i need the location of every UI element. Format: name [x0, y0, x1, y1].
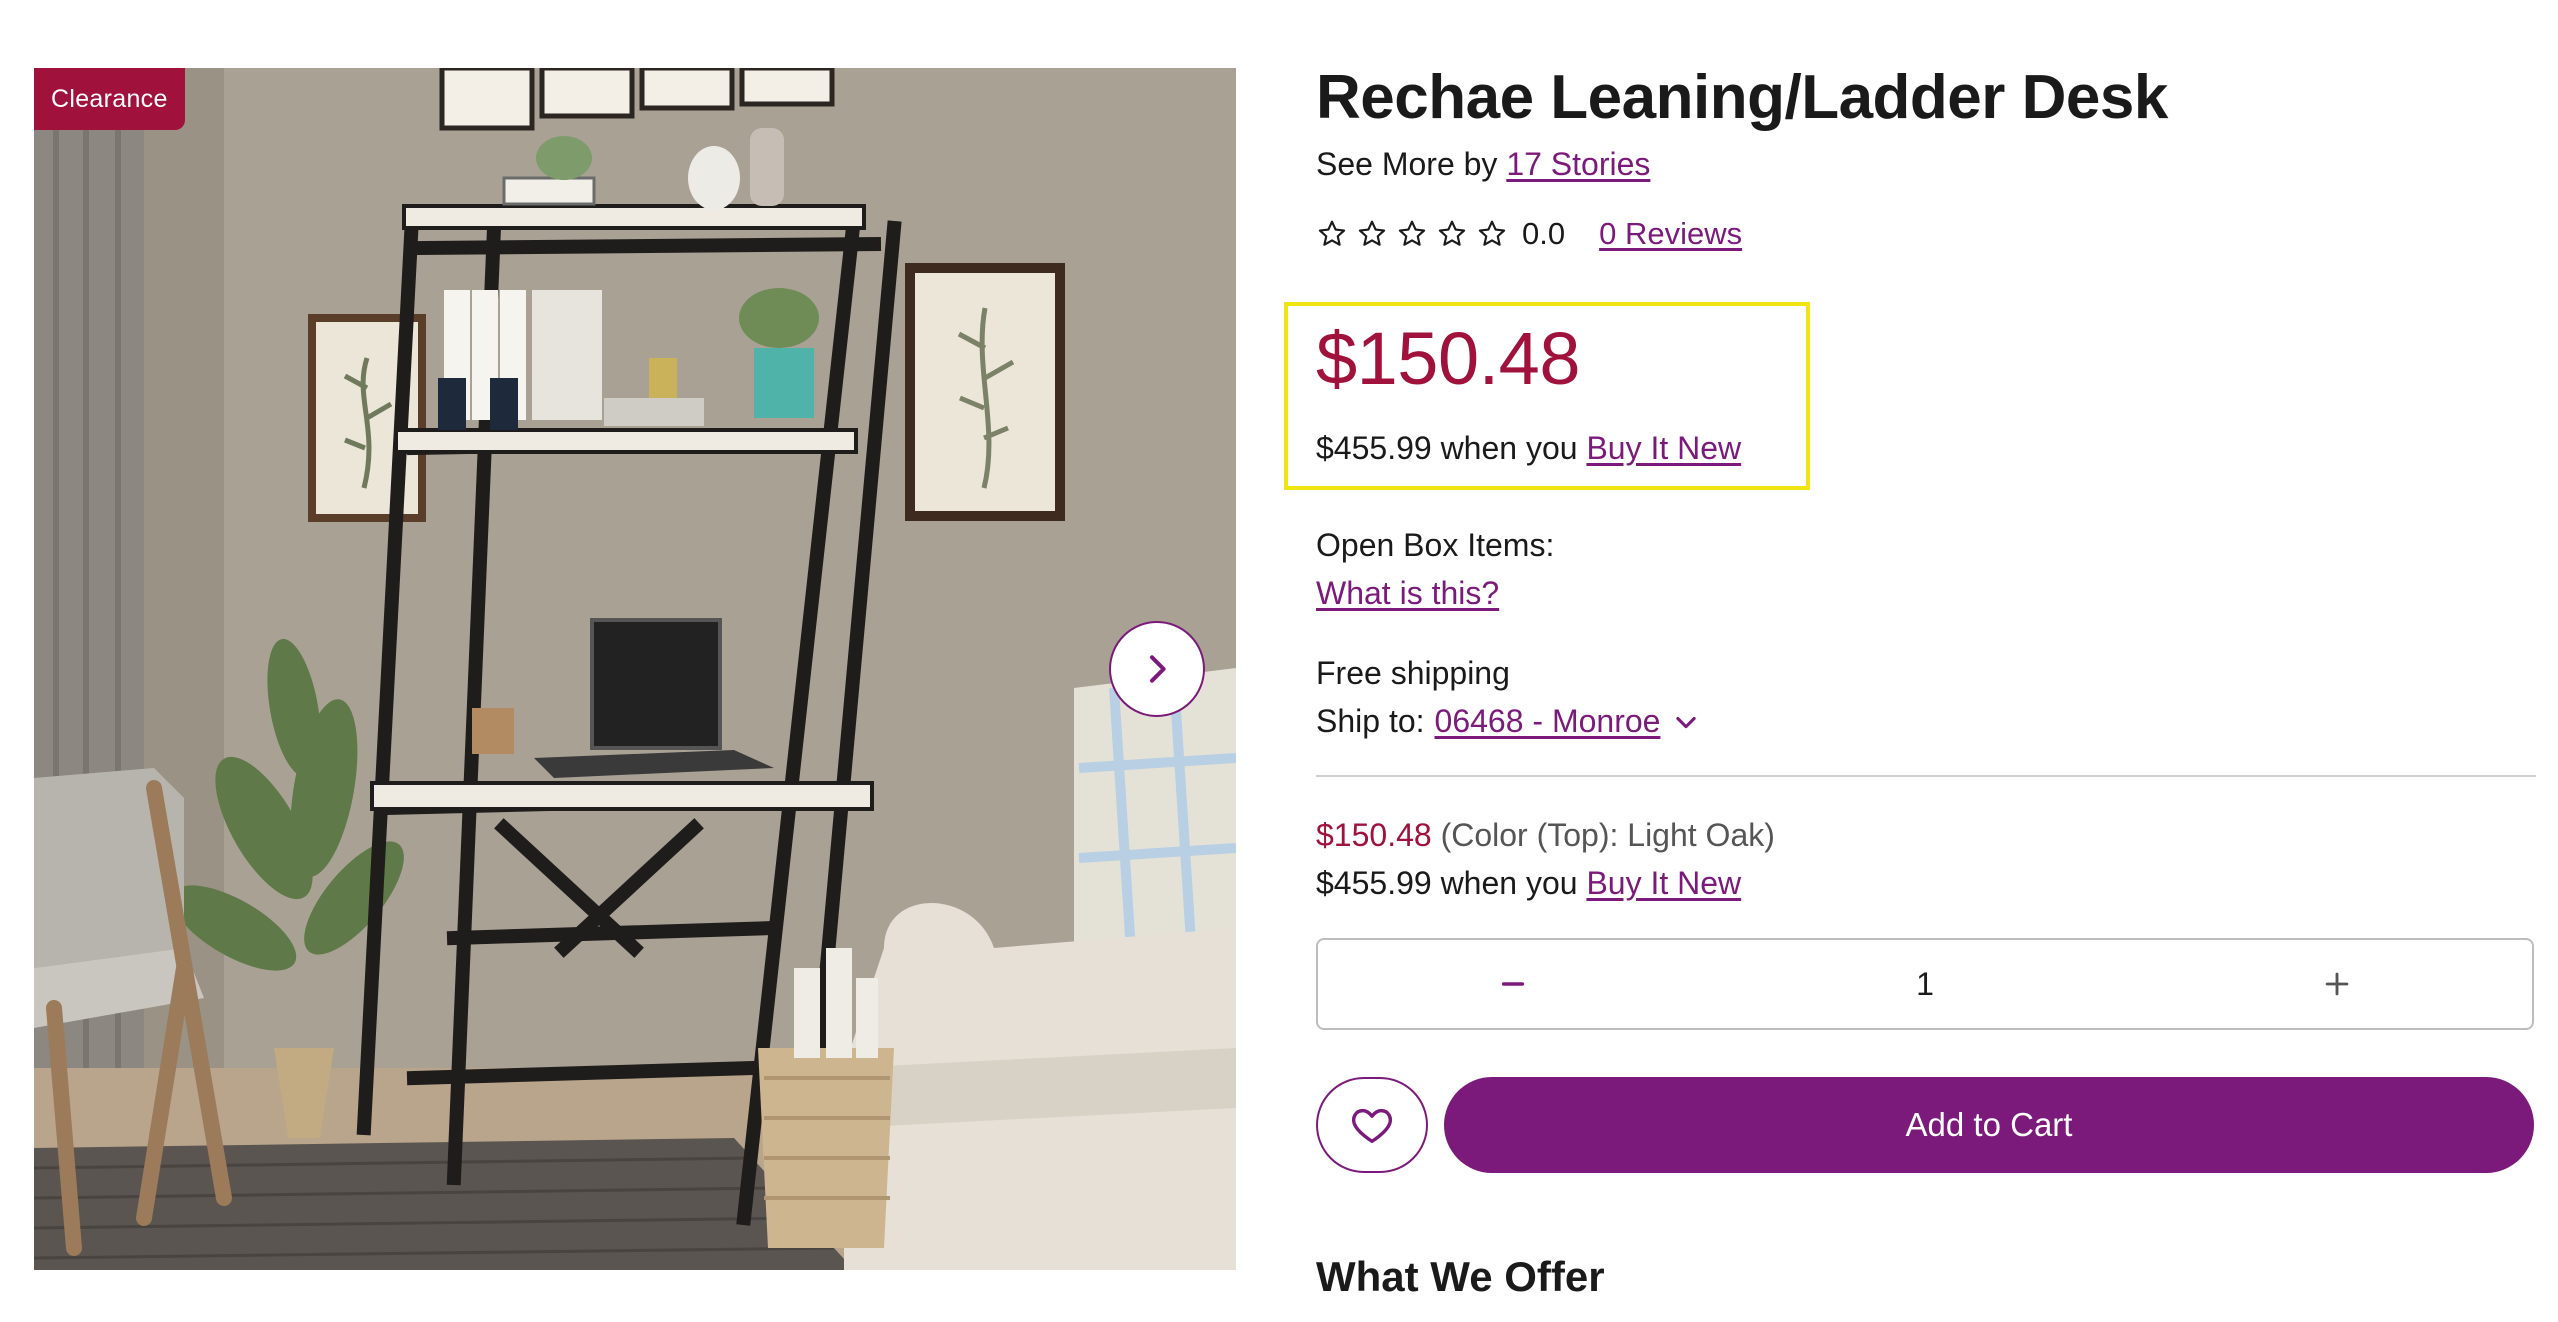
ship-to-row: Ship to: 06468 - Monroe [1316, 703, 1700, 740]
see-more-prefix: See More by [1316, 146, 1498, 182]
plus-icon [2325, 972, 2349, 996]
buy-new-price-line: $455.99 when you Buy It New [1316, 430, 1741, 467]
rating-score: 0.0 [1522, 216, 1566, 251]
variant-buy-new-line: $455.99 when you Buy It New [1316, 865, 1741, 902]
ship-to-location-link[interactable]: 06468 - Monroe [1435, 703, 1661, 740]
star-rating [1316, 218, 1508, 250]
star-outline-icon [1478, 220, 1506, 246]
free-shipping-label: Free shipping [1316, 655, 1510, 691]
star-outline-icon [1318, 220, 1346, 246]
increase-quantity-button[interactable] [2142, 940, 2532, 1028]
product-photo[interactable] [34, 68, 1236, 1270]
see-more-by: See More by 17 Stories [1316, 146, 1650, 183]
chevron-down-icon[interactable] [1672, 708, 1700, 736]
quantity-stepper: 1 [1316, 938, 2534, 1030]
variant-price: $150.48 [1316, 817, 1432, 853]
buy-it-new-link[interactable]: Buy It New [1586, 430, 1741, 466]
variant-buy-it-new-link[interactable]: Buy It New [1586, 865, 1741, 901]
heart-icon [1352, 1108, 1392, 1144]
new-price: $455.99 [1316, 430, 1432, 466]
variant-new-suffix: when you [1440, 865, 1578, 901]
add-to-cart-button[interactable]: Add to Cart [1444, 1077, 2534, 1173]
star-outline-icon [1438, 220, 1466, 246]
clearance-badge: Clearance [34, 68, 185, 130]
open-box-label: Open Box Items: [1316, 527, 1555, 563]
variant-new-price: $455.99 [1316, 865, 1432, 901]
selected-variant-line: $150.48 (Color (Top): Light Oak) [1316, 817, 1775, 854]
ship-to-label: Ship to: [1316, 703, 1425, 739]
new-price-suffix: when you [1440, 430, 1578, 466]
minus-icon [1501, 982, 1525, 986]
next-image-button[interactable] [1109, 621, 1205, 717]
star-outline-icon [1358, 220, 1386, 246]
product-title: Rechae Leaning/Ladder Desk [1316, 63, 2168, 132]
what-we-offer-heading: What We Offer [1316, 1253, 1605, 1300]
brand-link[interactable]: 17 Stories [1506, 146, 1650, 182]
reviews-link[interactable]: 0 Reviews [1599, 216, 1742, 252]
current-price: $150.48 [1316, 317, 1581, 400]
quantity-value[interactable]: 1 [1708, 966, 2142, 1003]
divider [1316, 775, 2536, 777]
product-image-gallery[interactable]: Clearance [34, 68, 1236, 1270]
add-to-favorites-button[interactable] [1316, 1077, 1428, 1173]
decrease-quantity-button[interactable] [1318, 940, 1708, 1028]
star-outline-icon [1398, 220, 1426, 246]
chevron-right-icon [1150, 655, 1166, 683]
rating-row: 0.0 0 Reviews [1316, 216, 1742, 252]
what-is-this-link[interactable]: What is this? [1316, 575, 1499, 612]
variant-option: (Color (Top): Light Oak) [1440, 817, 1775, 853]
